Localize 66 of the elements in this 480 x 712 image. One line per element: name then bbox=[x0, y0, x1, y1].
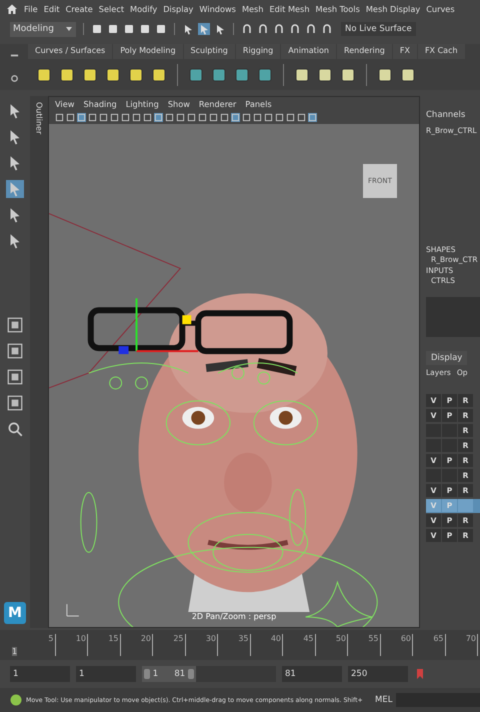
frame-number: 50 bbox=[336, 634, 348, 656]
frame-number: 70 bbox=[466, 634, 478, 656]
playback-end-field[interactable]: 81 bbox=[282, 666, 342, 682]
start-time-field[interactable]: 1 bbox=[10, 666, 70, 682]
shelf-tab[interactable]: Curves / Surfaces bbox=[28, 44, 112, 59]
playback-start-field[interactable]: 1 bbox=[76, 666, 136, 682]
frame-number: 10 bbox=[76, 634, 88, 656]
magnet-icon[interactable] bbox=[321, 23, 333, 35]
gear-icon[interactable] bbox=[10, 74, 18, 83]
command-language-label[interactable]: MEL bbox=[375, 695, 392, 705]
viewport-menu-item[interactable]: Show bbox=[168, 98, 190, 108]
menu-item[interactable]: Curves bbox=[426, 4, 455, 14]
frame-number: 35 bbox=[238, 634, 250, 656]
display-tab[interactable]: Display bbox=[426, 351, 468, 365]
app-logo: M bbox=[4, 602, 26, 624]
frame-number: 25 bbox=[173, 634, 186, 656]
frame-number: 20 bbox=[140, 634, 153, 656]
menu-item[interactable]: Mesh Display bbox=[366, 4, 420, 14]
shelf-tab[interactable]: Rendering bbox=[337, 44, 392, 59]
menu-item[interactable]: Display bbox=[163, 4, 194, 14]
shelf-tab[interactable]: Poly Modeling bbox=[113, 44, 183, 59]
viewport-menu-item[interactable]: Shading bbox=[83, 98, 117, 108]
viewport-menu-item[interactable]: Panels bbox=[245, 98, 272, 108]
live-surface-field[interactable]: No Live Surface bbox=[341, 22, 416, 36]
frame-number: 45 bbox=[303, 634, 316, 656]
viewport-menu-item[interactable]: Lighting bbox=[126, 98, 159, 108]
search-icon[interactable] bbox=[6, 420, 24, 438]
menu-item[interactable]: Modify bbox=[130, 4, 158, 14]
outliner-tab[interactable]: Outliner bbox=[34, 102, 44, 134]
frame-number: 5 bbox=[48, 634, 56, 656]
menu-item[interactable]: Edit Mesh bbox=[270, 4, 310, 14]
single-view-icon[interactable] bbox=[6, 316, 24, 334]
shelf-tab[interactable]: FX Cach bbox=[418, 44, 465, 59]
menu-item[interactable]: Edit bbox=[44, 4, 60, 14]
current-frame[interactable]: 1 bbox=[12, 647, 17, 656]
frame-number: 65 bbox=[433, 634, 446, 656]
shelf-tab[interactable]: Animation bbox=[281, 44, 336, 59]
timeline-ruler[interactable]: 1 5 10 15 20 25 30 35 40 45 50 55 60 65 70 bbox=[0, 630, 480, 660]
help-icon[interactable] bbox=[10, 694, 22, 706]
home-icon[interactable] bbox=[6, 3, 18, 15]
select-by-hierarchy-icon[interactable] bbox=[182, 23, 194, 35]
caret-icon[interactable] bbox=[65, 25, 73, 33]
end-time-field[interactable]: 250 bbox=[348, 666, 408, 682]
frame-number: 15 bbox=[108, 634, 120, 656]
viewport-menu-item[interactable]: View bbox=[55, 98, 74, 108]
shelf-tab[interactable]: FX bbox=[392, 44, 417, 59]
menu-item[interactable]: Select bbox=[98, 4, 124, 14]
menu-item[interactable]: Mesh bbox=[242, 4, 264, 14]
axis-indicator-icon bbox=[66, 604, 80, 617]
menu-item[interactable]: File bbox=[24, 4, 38, 14]
frame-number: 40 bbox=[270, 634, 283, 656]
select-by-object-icon[interactable] bbox=[198, 23, 210, 35]
menu-item[interactable]: Mesh Tools bbox=[316, 4, 360, 14]
frame-number: 30 bbox=[206, 634, 218, 656]
channels-tab[interactable]: Channels bbox=[426, 96, 480, 120]
shelf-tab[interactable]: Sculpting bbox=[184, 44, 235, 59]
select-by-component-icon[interactable] bbox=[214, 23, 226, 35]
menu-item[interactable]: Windows bbox=[199, 4, 236, 14]
frame-number: 60 bbox=[400, 634, 413, 656]
shelf-tab[interactable]: Rigging bbox=[236, 44, 280, 59]
frame-number: 55 bbox=[368, 634, 380, 656]
menu-item[interactable]: Create bbox=[66, 4, 93, 14]
playback-range-bar[interactable]: 1 81 bbox=[142, 666, 196, 682]
camera-label: 2D Pan/Zoom : persp bbox=[190, 612, 278, 621]
viewport-menu-item[interactable]: Renderer bbox=[198, 98, 236, 108]
mode-dropdown[interactable]: Modeling bbox=[10, 22, 76, 36]
